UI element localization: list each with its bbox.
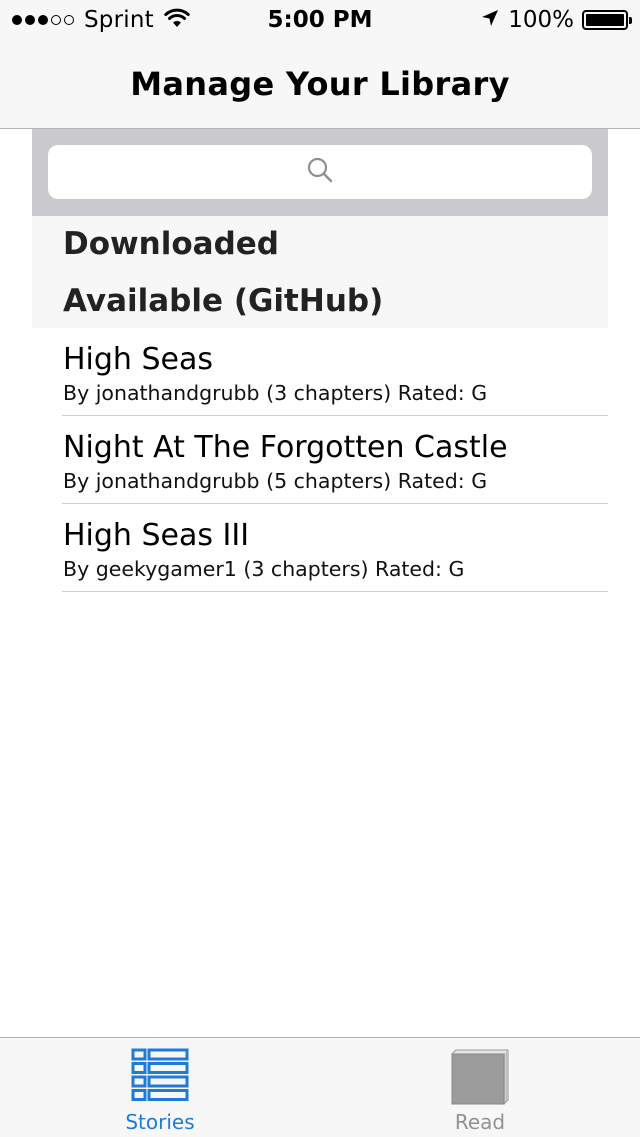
list-icon bbox=[131, 1048, 189, 1108]
book-icon bbox=[450, 1048, 510, 1110]
story-title: Night At The Forgotten Castle bbox=[63, 430, 508, 465]
tab-stories[interactable]: Stories bbox=[0, 1038, 320, 1137]
story-title: High Seas bbox=[63, 342, 213, 377]
battery-level bbox=[586, 14, 624, 26]
story-list: High Seas By jonathandgrubb (3 chapters)… bbox=[0, 328, 640, 592]
section-header-available: Available (GitHub) bbox=[32, 272, 608, 328]
story-subtitle: By jonathandgrubb (3 chapters) Rated: G bbox=[63, 381, 488, 405]
battery-tip bbox=[629, 17, 632, 24]
story-subtitle: By geekygamer1 (3 chapters) Rated: G bbox=[63, 557, 465, 581]
section-header-downloaded: Downloaded bbox=[32, 216, 608, 272]
tab-read-label: Read bbox=[454, 1110, 506, 1134]
navigation-bar: Manage Your Library bbox=[0, 40, 640, 129]
story-subtitle: By jonathandgrubb (5 chapters) Rated: G bbox=[63, 469, 488, 493]
battery-percentage: 100% bbox=[508, 7, 574, 33]
location-arrow-icon bbox=[480, 8, 500, 32]
page-title: Manage Your Library bbox=[130, 65, 510, 103]
search-input[interactable] bbox=[48, 145, 596, 201]
search-field[interactable] bbox=[48, 145, 596, 201]
tab-stories-label: Stories bbox=[125, 1110, 195, 1134]
tab-read[interactable]: Read bbox=[320, 1038, 640, 1137]
story-row[interactable]: Night At The Forgotten Castle By jonatha… bbox=[62, 416, 608, 504]
tab-bar: Stories Read bbox=[0, 1037, 640, 1137]
story-title: High Seas III bbox=[63, 518, 250, 553]
story-row[interactable]: High Seas III By geekygamer1 (3 chapters… bbox=[62, 504, 608, 592]
story-row[interactable]: High Seas By jonathandgrubb (3 chapters)… bbox=[62, 328, 608, 416]
search-bar bbox=[32, 129, 608, 216]
status-right: 100% bbox=[480, 6, 632, 34]
status-bar: Sprint 5:00 PM 100% bbox=[0, 0, 640, 40]
battery-icon bbox=[582, 10, 632, 30]
